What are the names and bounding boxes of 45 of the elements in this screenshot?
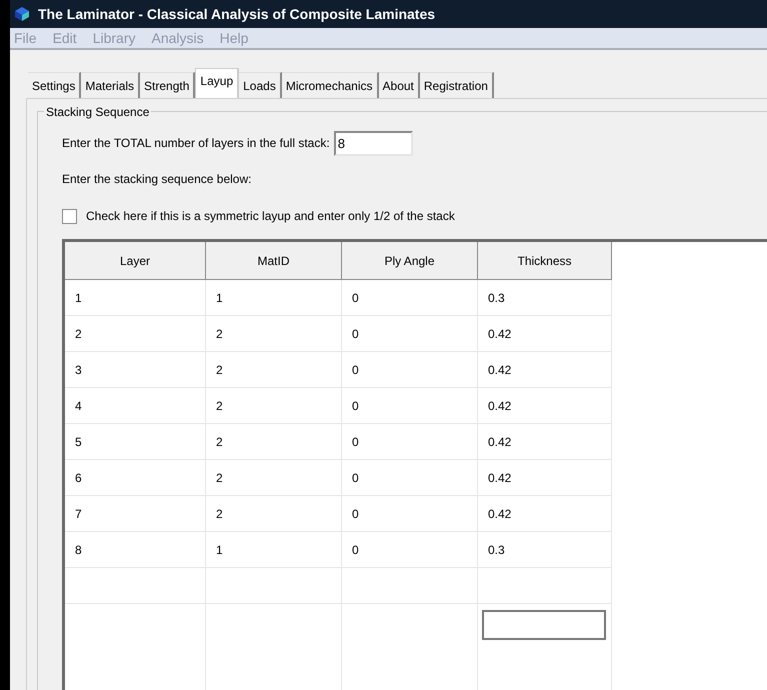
table-cell: 2 [206,316,342,352]
table-cell: 2 [206,496,342,532]
window-title: The Laminator - Classical Analysis of Composite Laminates [38,4,436,24]
checkbox-label: Check here if this is a symmetric layup and enter only 1/2 of the stack [86,208,455,225]
column-header: Ply Angle [342,242,478,280]
cell-editor[interactable] [482,610,606,640]
table-cell: 2 [206,352,342,388]
table-cell: 2 [206,460,342,496]
column-header: Layer [65,242,206,280]
table-cell: 0 [342,316,478,352]
table-cell: 0 [342,532,478,568]
column-header: MatID [206,242,342,280]
table-cell: 3 [65,352,206,388]
tab[interactable]: Layup [195,68,240,98]
instruction-text: Enter the stacking sequence below: [62,171,252,188]
table-cell: 0.42 [478,424,612,460]
table-cell: 0 [342,280,478,316]
table-cell: 0 [342,352,478,388]
table-cell: 0.3 [478,532,612,568]
table-cell: 0 [342,424,478,460]
table-cell: 1 [65,280,206,316]
table-cell: 0.42 [478,352,612,388]
table-cell: 4 [65,388,206,424]
table-cell: 0.42 [478,388,612,424]
table-cell: 0 [342,496,478,532]
column-header: Thickness [478,242,612,280]
table-cell: 2 [206,388,342,424]
table-cell: 1 [206,280,342,316]
table-cell: 6 [65,460,206,496]
table-cell: 2 [206,424,342,460]
table-cell: 0.3 [478,280,612,316]
table-cell: 7 [65,496,206,532]
table-cell: 8 [65,532,206,568]
table-cell: 2 [65,316,206,352]
layers-input[interactable]: 8 [334,130,413,156]
table-cell: 0 [342,388,478,424]
table-cell: 0.42 [478,460,612,496]
checkbox[interactable] [62,208,77,224]
field-label: Enter the TOTAL number of layers in the full stack: [62,135,330,152]
table-cell: 1 [206,532,342,568]
table-cell: 0.42 [478,496,612,532]
table-cell: 5 [65,424,206,460]
table-cell: 0.42 [478,316,612,352]
table-cell: 0 [342,460,478,496]
cube-icon [14,6,30,22]
